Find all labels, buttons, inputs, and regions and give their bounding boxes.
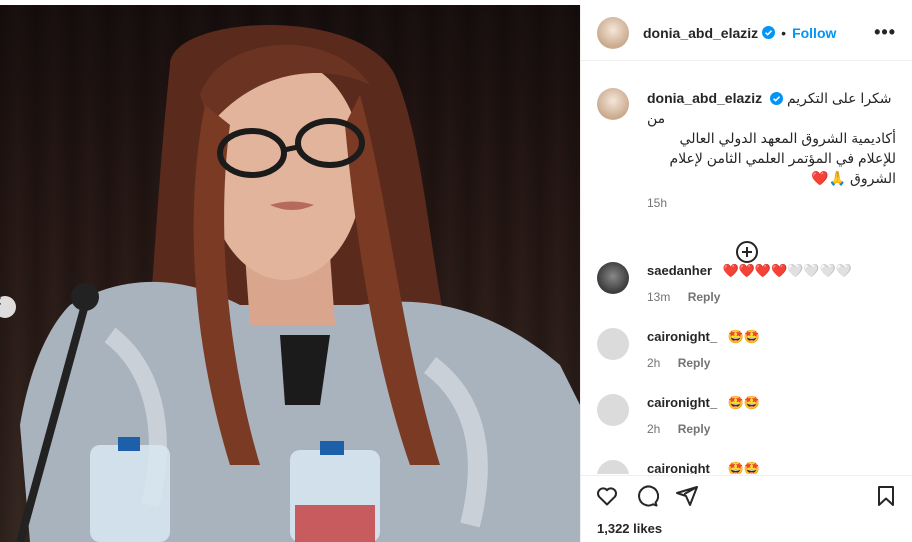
verified-badge-icon bbox=[770, 92, 784, 105]
commenter-username[interactable]: caironight_ bbox=[647, 329, 717, 344]
comment-item: caironight_ 🤩🤩 2h Reply bbox=[581, 394, 912, 436]
separator: • bbox=[781, 24, 787, 41]
action-bar bbox=[581, 475, 912, 515]
comment-timestamp: 2h bbox=[647, 356, 661, 370]
reply-button[interactable]: Reply bbox=[678, 422, 711, 436]
verified-badge-icon bbox=[762, 26, 776, 39]
reply-button[interactable]: Reply bbox=[688, 290, 721, 304]
caption-text-line-3: للإعلام في المؤتمر العلمي الثامن لإعلام bbox=[669, 150, 896, 166]
comment-item: caironight_ 🤩🤩 2h Reply bbox=[581, 328, 912, 370]
bookmark-icon[interactable] bbox=[874, 484, 898, 508]
comment-timestamp: 13m bbox=[647, 290, 671, 304]
load-more-comments-button[interactable] bbox=[581, 240, 912, 264]
commenter-avatar[interactable] bbox=[597, 262, 629, 294]
comment-icon[interactable] bbox=[635, 484, 659, 508]
caption-header: donia_abd_elaziz شكرا على التكريم من bbox=[647, 88, 896, 128]
heart-icon[interactable] bbox=[595, 484, 619, 508]
caption-text-line-4: الشروق 🙏❤️ bbox=[811, 170, 896, 186]
caption-username[interactable]: donia_abd_elaziz bbox=[647, 90, 762, 106]
commenter-avatar[interactable] bbox=[597, 328, 629, 360]
comment-item: saedanher ❤️❤️❤️❤️🤍🤍🤍🤍 13m Reply bbox=[581, 262, 912, 304]
commenter-username[interactable]: saedanher bbox=[647, 263, 712, 278]
caption-timestamp: 15h bbox=[647, 196, 668, 210]
post-image[interactable] bbox=[0, 5, 580, 542]
comment-text: 🤩🤩 bbox=[727, 329, 760, 344]
comment-item: caironight_ 🤩🤩 bbox=[581, 460, 912, 474]
plus-circle-icon bbox=[735, 241, 758, 263]
reply-button[interactable]: Reply bbox=[678, 356, 711, 370]
likes-count[interactable]: 1,322 likes bbox=[597, 521, 662, 536]
comment-timestamp: 2h bbox=[647, 422, 661, 436]
author-avatar[interactable] bbox=[597, 16, 629, 49]
comment-text: 🤩🤩 bbox=[727, 461, 760, 474]
comment-text: ❤️❤️❤️❤️🤍🤍🤍🤍 bbox=[722, 263, 853, 278]
commenter-username[interactable]: caironight_ bbox=[647, 461, 717, 474]
author-username[interactable]: donia_abd_elaziz bbox=[643, 25, 758, 41]
caption: donia_abd_elaziz شكرا على التكريم من أكا… bbox=[581, 62, 912, 210]
more-options-icon[interactable]: ••• bbox=[874, 22, 896, 43]
commenter-avatar[interactable] bbox=[597, 394, 629, 426]
post-photo-illustration bbox=[16, 25, 580, 542]
caption-text-line-2: أكاديمية الشروق المعهد الدولي العالي bbox=[679, 130, 896, 146]
share-icon[interactable] bbox=[675, 484, 699, 508]
commenter-username[interactable]: caironight_ bbox=[647, 395, 717, 410]
follow-button[interactable]: Follow bbox=[792, 25, 836, 41]
caption-author-avatar[interactable] bbox=[597, 88, 629, 120]
post-sidebar: donia_abd_elaziz • Follow ••• donia_abd_… bbox=[580, 5, 912, 542]
commenter-avatar[interactable] bbox=[597, 460, 629, 474]
post-header: donia_abd_elaziz • Follow ••• bbox=[581, 5, 912, 61]
chevron-left-icon bbox=[0, 297, 2, 305]
comment-text: 🤩🤩 bbox=[727, 395, 760, 410]
comments-scroll-area[interactable]: donia_abd_elaziz شكرا على التكريم من أكا… bbox=[581, 62, 912, 474]
